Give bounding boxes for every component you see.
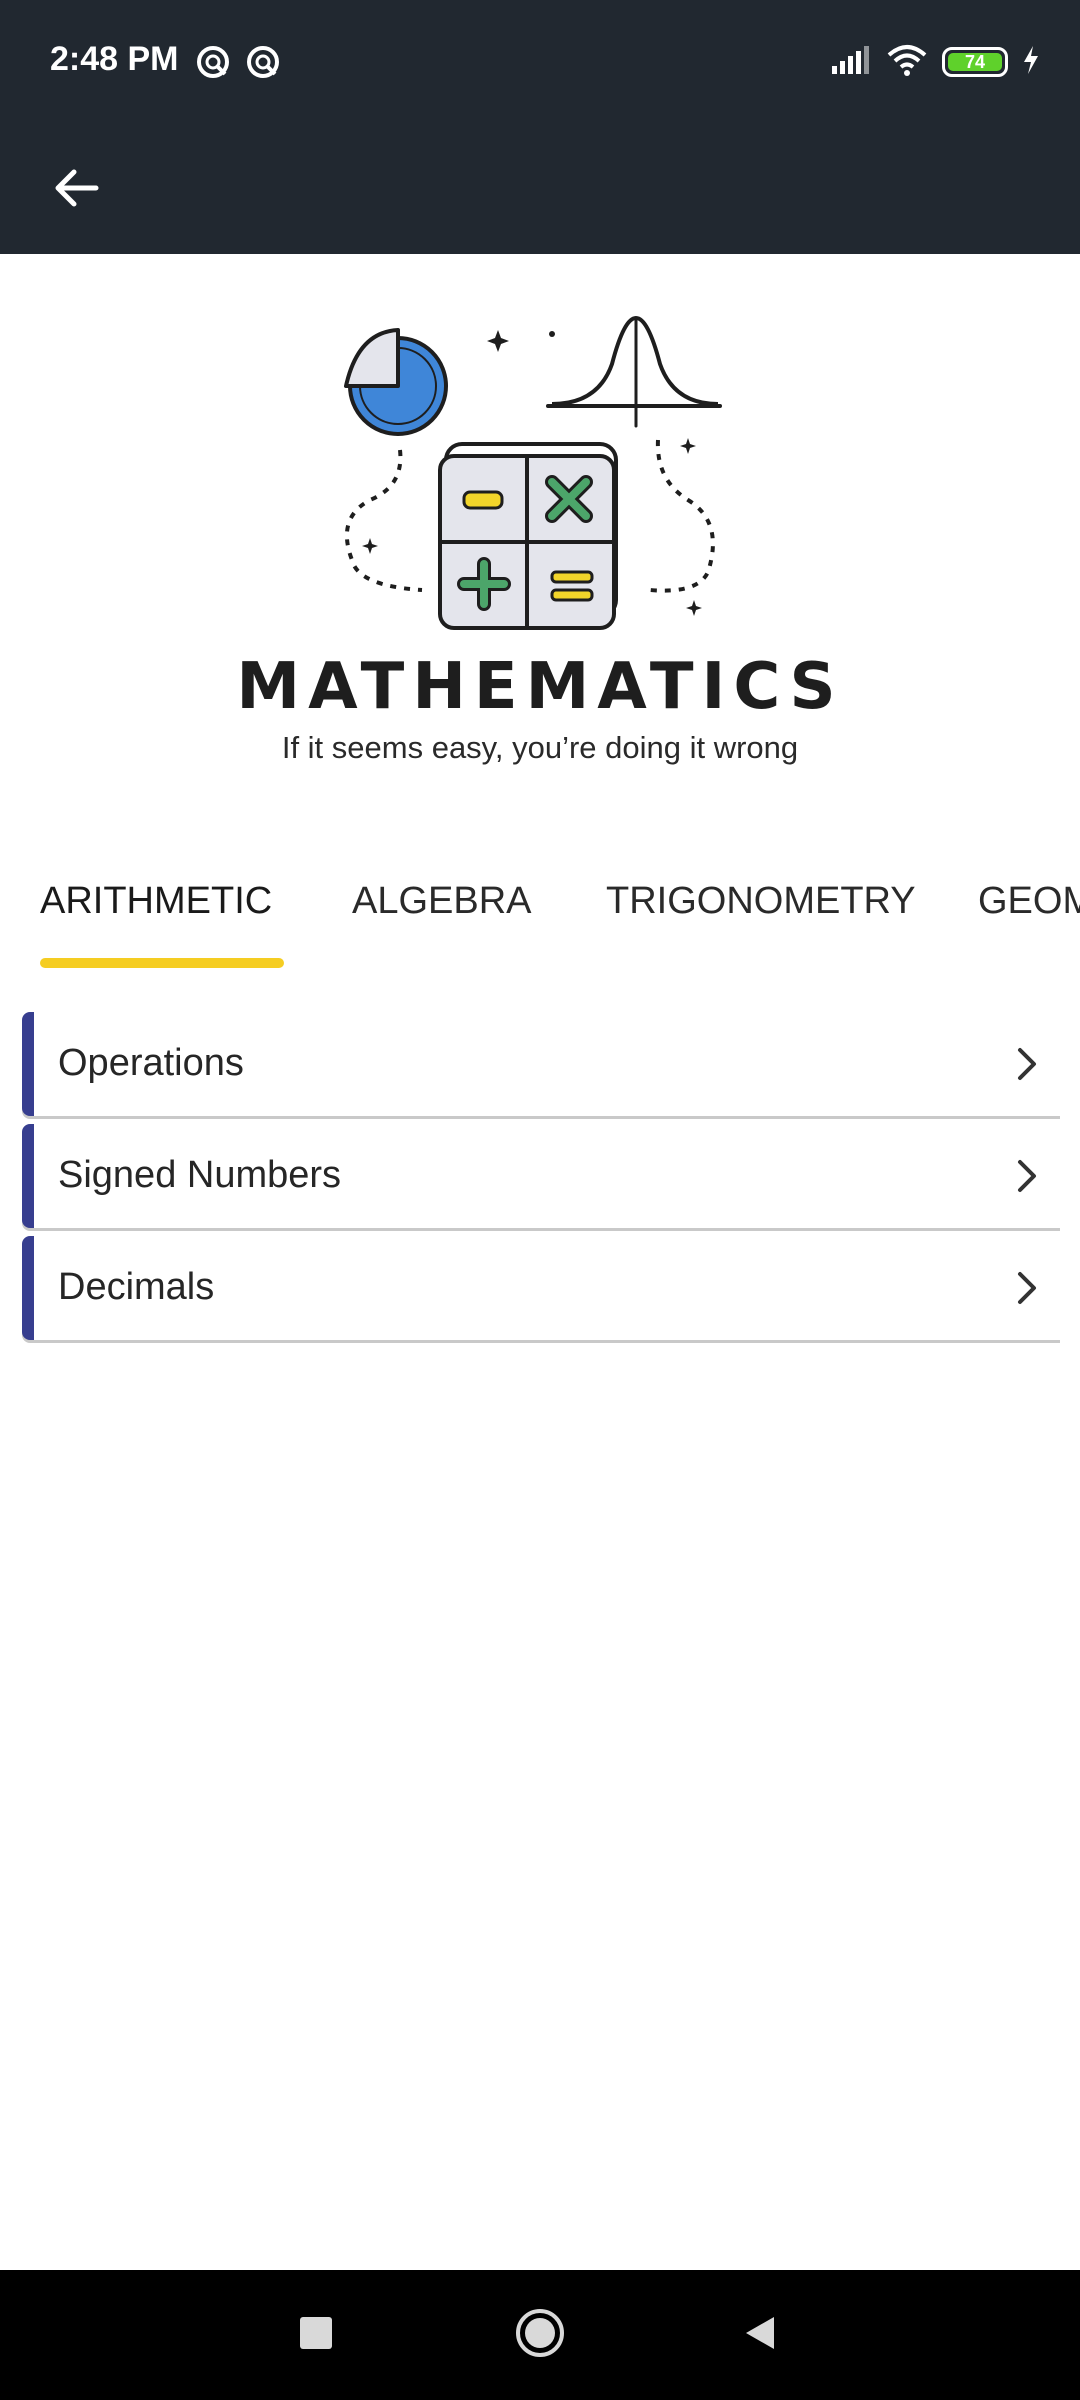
page-title: MATHEMATICS bbox=[236, 650, 844, 724]
tab-geometry[interactable]: GEOM bbox=[978, 880, 1080, 923]
app-notification-icon bbox=[245, 44, 281, 80]
tab-arithmetic[interactable]: ARITHMETIC bbox=[40, 880, 272, 923]
triangle-back-icon bbox=[740, 2313, 780, 2358]
signal-icon bbox=[830, 44, 872, 81]
battery-icon: 74 bbox=[942, 47, 1008, 77]
chevron-right-icon bbox=[1006, 1156, 1046, 1196]
status-indicators: 74 bbox=[830, 42, 1040, 82]
system-navigation-bar bbox=[0, 2270, 1080, 2400]
tab-trigonometry[interactable]: TRIGONOMETRY bbox=[606, 880, 916, 923]
arrow-left-icon bbox=[52, 164, 100, 217]
topic-tabs: ARITHMETIC ALGEBRA TRIGONOMETRY GEOM bbox=[0, 870, 1080, 970]
list-item-label: Decimals bbox=[58, 1266, 215, 1308]
list-item-label: Operations bbox=[58, 1042, 244, 1084]
home-button[interactable] bbox=[480, 2270, 600, 2400]
list-item-decimals[interactable]: Decimals bbox=[22, 1236, 1060, 1340]
page-subtitle: If it seems easy, you’re doing it wrong bbox=[281, 730, 799, 765]
tab-algebra[interactable]: ALGEBRA bbox=[352, 880, 532, 923]
circle-icon bbox=[514, 2307, 566, 2364]
active-tab-indicator bbox=[40, 958, 284, 968]
app-toolbar bbox=[0, 128, 1080, 254]
back-button[interactable] bbox=[40, 154, 112, 226]
app-notification-icon bbox=[195, 44, 231, 80]
math-illustration bbox=[330, 310, 730, 640]
chevron-right-icon bbox=[1006, 1268, 1046, 1308]
battery-level: 74 bbox=[948, 53, 1002, 71]
topic-list: Operations Signed Numbers Decimals bbox=[22, 1012, 1060, 1348]
list-item-signed-numbers[interactable]: Signed Numbers bbox=[22, 1124, 1060, 1228]
chevron-right-icon bbox=[1006, 1044, 1046, 1084]
status-time: 2:48 PM bbox=[50, 40, 179, 78]
list-item-operations[interactable]: Operations bbox=[22, 1012, 1060, 1116]
recents-button[interactable] bbox=[256, 2270, 376, 2400]
wifi-icon bbox=[886, 43, 928, 82]
list-item-label: Signed Numbers bbox=[58, 1154, 342, 1196]
square-icon bbox=[298, 2315, 334, 2356]
status-bar: 2:48 PM 74 bbox=[0, 0, 1080, 128]
charging-icon bbox=[1022, 45, 1040, 80]
back-nav-button[interactable] bbox=[700, 2270, 820, 2400]
